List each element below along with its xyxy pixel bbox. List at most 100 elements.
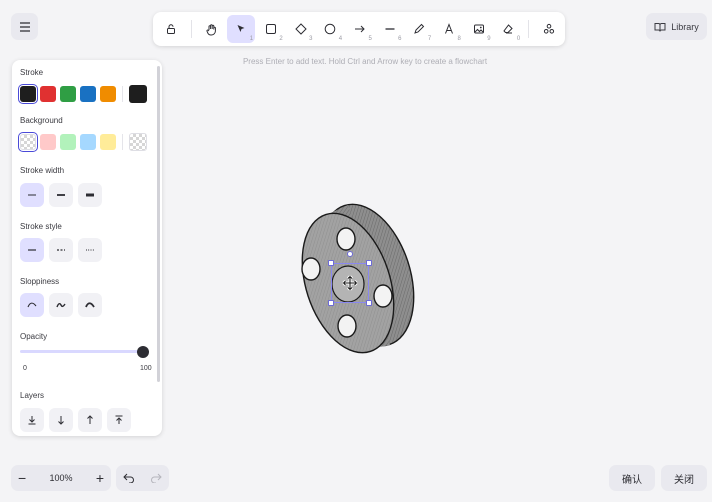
stroke-swatch-blue[interactable] xyxy=(80,86,96,102)
library-button[interactable]: Library xyxy=(646,13,707,40)
stroke-style-row xyxy=(20,238,107,262)
arrow-right-icon xyxy=(354,25,365,33)
resize-handle-sw[interactable] xyxy=(328,300,334,306)
stroke-style-solid[interactable] xyxy=(20,238,44,262)
bring-to-front-icon xyxy=(115,415,123,424)
background-swatch-blue[interactable] xyxy=(80,134,96,150)
tool-hand[interactable] xyxy=(198,15,226,43)
tool-ellipse[interactable]: 4 xyxy=(316,15,344,43)
text-icon xyxy=(445,23,453,34)
rotate-handle[interactable] xyxy=(347,251,353,257)
stroke-width-extra-bold[interactable] xyxy=(78,183,102,207)
stroke-style-title: Stroke style xyxy=(20,222,62,231)
properties-panel: Stroke Background Stroke width Stroke st… xyxy=(12,60,162,436)
zoom-controls: − 100% + xyxy=(11,465,111,491)
square-icon xyxy=(265,24,276,34)
line-thin-icon xyxy=(28,194,36,196)
background-swatch-yellow[interactable] xyxy=(100,134,116,150)
stroke-width-title: Stroke width xyxy=(20,166,65,175)
layers-title: Layers xyxy=(20,391,45,400)
move-icon xyxy=(342,275,358,291)
lock-icon xyxy=(166,24,175,34)
tool-line[interactable]: 6 xyxy=(376,15,404,43)
close-button[interactable]: 关闭 xyxy=(661,465,707,491)
opacity-title: Opacity xyxy=(20,332,48,341)
sloppiness-artist[interactable] xyxy=(49,293,73,317)
tool-rectangle[interactable]: 2 xyxy=(257,15,285,43)
redo-icon[interactable] xyxy=(150,473,162,483)
resize-handle-nw[interactable] xyxy=(328,260,334,266)
stroke-style-dashed[interactable] xyxy=(49,238,73,262)
image-icon xyxy=(473,24,484,34)
pencil-icon xyxy=(414,23,425,34)
stroke-swatch-orange[interactable] xyxy=(100,86,116,102)
stroke-swatch-green[interactable] xyxy=(60,86,76,102)
hand-icon xyxy=(206,23,216,35)
tool-eraser[interactable]: 0 xyxy=(495,15,523,43)
tool-selection[interactable]: 1 xyxy=(227,15,256,43)
tool-shortcut: 7 xyxy=(427,36,432,42)
tool-shortcut: 3 xyxy=(309,36,313,42)
background-swatch-pink[interactable] xyxy=(40,134,56,150)
stroke-current-color[interactable] xyxy=(129,85,147,103)
sloppiness-row xyxy=(20,293,107,317)
send-backward-button[interactable] xyxy=(49,408,73,432)
tool-text[interactable]: 8 xyxy=(435,15,463,43)
selection-box[interactable] xyxy=(328,251,372,306)
curve-wobbly-icon xyxy=(56,303,66,308)
line-dashed-icon xyxy=(57,249,65,251)
undo-icon[interactable] xyxy=(123,473,135,483)
background-swatch-green[interactable] xyxy=(60,134,76,150)
sloppiness-title: Sloppiness xyxy=(20,277,60,286)
stroke-style-dotted[interactable] xyxy=(78,238,102,262)
arrow-up-icon xyxy=(87,415,93,424)
zoom-level[interactable]: 100% xyxy=(49,473,72,483)
resize-handle-se[interactable] xyxy=(366,300,372,306)
resize-handle-ne[interactable] xyxy=(366,260,372,266)
sloppiness-architect[interactable] xyxy=(20,293,44,317)
stroke-color-row xyxy=(20,85,151,103)
tool-shortcut: 0 xyxy=(516,36,521,42)
stroke-width-bold[interactable] xyxy=(49,183,73,207)
bring-forward-button[interactable] xyxy=(78,408,102,432)
tool-shortcut: 5 xyxy=(368,36,372,42)
stroke-swatch-black[interactable] xyxy=(20,86,36,102)
stroke-width-thin[interactable] xyxy=(20,183,44,207)
zoom-out-button[interactable]: − xyxy=(18,471,26,485)
tool-diamond[interactable]: 3 xyxy=(287,15,315,43)
bring-to-front-button[interactable] xyxy=(107,408,131,432)
undo-redo-controls xyxy=(116,465,169,491)
line-extra-bold-icon xyxy=(86,193,94,197)
opacity-slider[interactable] xyxy=(20,350,143,353)
book-open-icon xyxy=(654,22,666,32)
send-to-back-button[interactable] xyxy=(20,408,44,432)
background-current-color[interactable] xyxy=(129,133,147,151)
opacity-slider-thumb[interactable] xyxy=(137,346,149,358)
shapes-icon xyxy=(543,23,555,34)
background-swatch-transparent[interactable] xyxy=(20,134,36,150)
sloppiness-cartoonist[interactable] xyxy=(78,293,102,317)
line-bold-icon xyxy=(57,194,65,196)
send-to-back-icon xyxy=(28,416,36,425)
tool-shortcut: 6 xyxy=(398,36,402,42)
stroke-width-row xyxy=(20,183,107,207)
tool-more[interactable] xyxy=(535,15,563,43)
stroke-swatch-red[interactable] xyxy=(40,86,56,102)
canvas-hint: Press Enter to add text. Hold Ctrl and A… xyxy=(242,57,488,66)
line-dotted-icon xyxy=(86,249,94,251)
tool-image[interactable]: 9 xyxy=(465,15,493,43)
tool-shortcut: 9 xyxy=(487,36,491,42)
main-menu-button[interactable] xyxy=(11,13,38,40)
zoom-in-button[interactable]: + xyxy=(96,471,104,485)
tool-draw[interactable]: 7 xyxy=(405,15,433,43)
panel-scrollbar[interactable] xyxy=(157,66,160,382)
tool-lock[interactable] xyxy=(157,15,185,43)
tool-arrow[interactable]: 5 xyxy=(346,15,374,43)
cursor-icon xyxy=(237,25,245,32)
confirm-button[interactable]: 确认 xyxy=(609,465,655,491)
arrow-down-icon xyxy=(58,416,64,425)
layers-row xyxy=(20,408,136,432)
opacity-min-label: 0 xyxy=(23,365,27,372)
curve-smooth-icon xyxy=(27,302,37,308)
background-title: Background xyxy=(20,116,63,125)
